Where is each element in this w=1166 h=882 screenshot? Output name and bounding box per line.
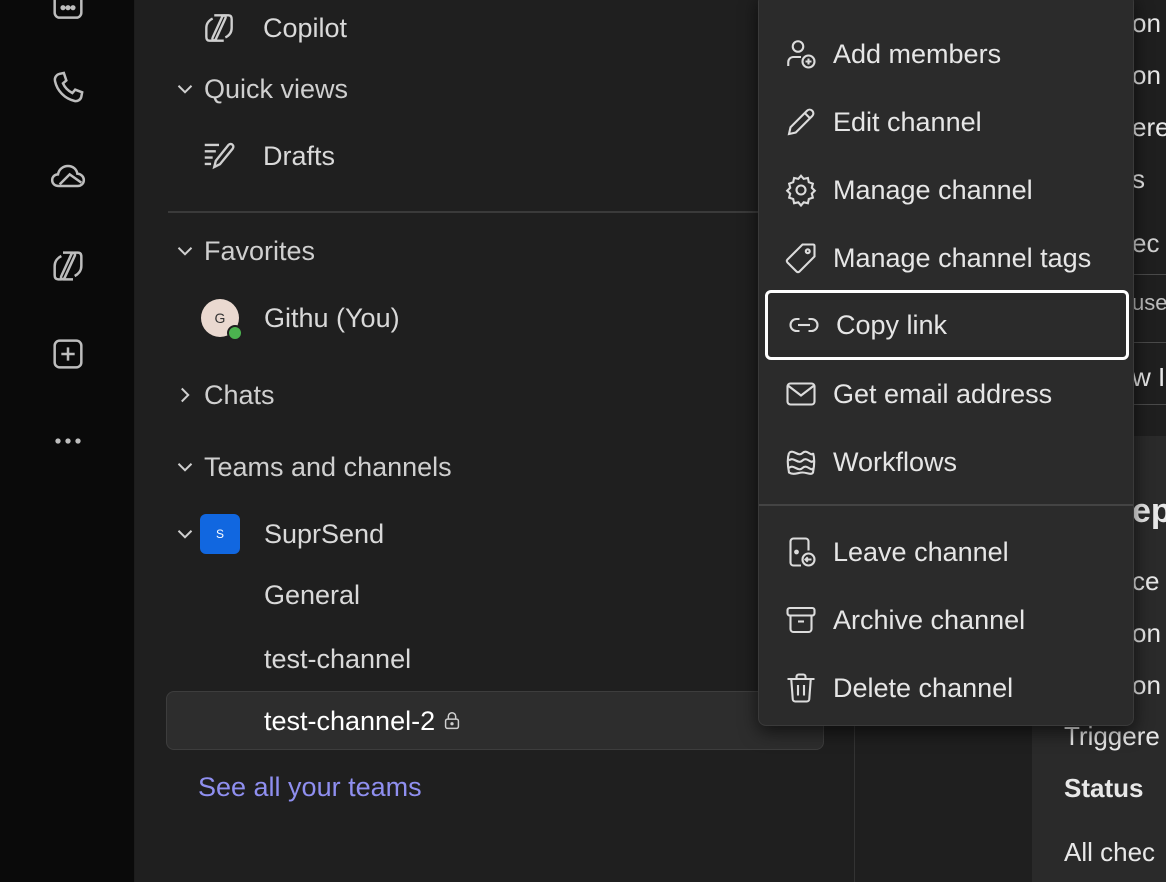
section-label: Teams and channels (204, 451, 452, 482)
chevron-down-icon (177, 463, 193, 472)
section-label: Favorites (204, 235, 316, 266)
menu-item-label: Add members (833, 38, 1002, 69)
onedrive-icon[interactable] (44, 152, 92, 200)
sidebar-item-label: Drafts (263, 140, 336, 171)
bg-text: on (1132, 618, 1161, 648)
add-person-icon (781, 34, 821, 74)
copilot-icon[interactable] (44, 242, 92, 290)
team-suprsend[interactable]: S SuprSend (172, 514, 384, 554)
menu-item-leave-channel[interactable]: Leave channel (765, 520, 1129, 584)
section-chats[interactable]: Chats (172, 376, 275, 414)
team-badge: S (200, 514, 240, 554)
link-icon (784, 305, 824, 345)
menu-item-label: Manage channel (833, 174, 1033, 205)
menu-item-archive-channel[interactable]: Archive channel (765, 588, 1129, 652)
archive-icon (781, 600, 821, 640)
section-label: Quick views (204, 73, 349, 104)
section-label: Chats (204, 379, 275, 410)
channel-item[interactable]: General (264, 576, 360, 614)
bg-divider (1132, 342, 1166, 343)
see-all-teams-link[interactable]: See all your teams (198, 768, 422, 806)
avatar-wrapper: G (200, 298, 243, 341)
bg-text: ec (1132, 228, 1160, 258)
bg-text: on (1132, 8, 1161, 38)
bg-text: on (1132, 60, 1161, 90)
leave-icon (781, 532, 821, 572)
copilot-icon (199, 8, 239, 48)
chevron-down-icon (177, 85, 193, 94)
bg-text: ce (1132, 566, 1160, 596)
channel-label: test-channel-2 (264, 705, 436, 736)
channel-context-menu: Add members Edit channel Manage channel … (758, 0, 1134, 726)
phone-icon[interactable] (44, 64, 92, 112)
chevron-down-icon (177, 247, 193, 256)
menu-item-label: Edit channel (833, 106, 982, 137)
chevron-right-icon (181, 387, 190, 403)
menu-item-delete-channel[interactable]: Delete channel (765, 656, 1129, 720)
menu-item-copy-link[interactable]: Copy link (765, 290, 1129, 360)
section-favorites[interactable]: Favorites (172, 232, 315, 270)
section-quick-views[interactable]: Quick views (172, 70, 348, 108)
section-teams-and-channels[interactable]: Teams and channels (172, 448, 452, 486)
sidebar-item-copilot[interactable]: Copilot (199, 8, 347, 48)
menu-item-manage-channel-tags[interactable]: Manage channel tags (765, 226, 1129, 290)
menu-item-add-members[interactable]: Add members (765, 22, 1129, 86)
more-icon[interactable] (44, 417, 92, 465)
menu-item-manage-channel[interactable]: Manage channel (765, 158, 1129, 222)
menu-item-label: Archive channel (833, 604, 1026, 635)
channel-label: General (264, 579, 361, 610)
mail-icon (781, 374, 821, 414)
menu-item-label: Workflows (833, 446, 958, 477)
gear-icon (781, 170, 821, 210)
bg-text-all-checks: All chec (1064, 837, 1156, 867)
channel-item[interactable]: test-channel (264, 640, 411, 678)
calendar-icon[interactable] (44, 0, 92, 30)
team-avatar: S (200, 514, 240, 554)
sidebar-item-drafts[interactable]: Drafts (199, 136, 335, 176)
bg-heading: ep (1132, 492, 1166, 530)
bg-text: w I (1132, 362, 1166, 392)
channel-item-selected[interactable]: test-channel-2 (264, 702, 463, 740)
link-label: See all your teams (198, 771, 422, 802)
menu-item-label: Get email address (833, 378, 1053, 409)
menu-item-label: Delete channel (833, 672, 1014, 703)
bg-divider (1132, 404, 1166, 405)
menu-item-label: Leave channel (833, 536, 1009, 567)
tag-icon (781, 238, 821, 278)
app-rail (0, 0, 135, 882)
bg-divider (1132, 274, 1166, 275)
menu-item-edit-channel[interactable]: Edit channel (765, 90, 1129, 154)
menu-separator (759, 504, 1133, 506)
drafts-icon (199, 136, 239, 176)
trash-icon (781, 668, 821, 708)
bg-text: s (1132, 164, 1145, 194)
lock-icon (444, 712, 460, 730)
pencil-icon (781, 102, 821, 142)
menu-item-label: Copy link (836, 309, 948, 340)
menu-item-label: Manage channel tags (833, 242, 1092, 273)
menu-item-workflows[interactable]: Workflows (765, 430, 1129, 494)
channel-label: test-channel (264, 643, 412, 674)
avatar-initial: G (214, 310, 226, 326)
workflows-icon (781, 442, 821, 482)
divider (168, 211, 768, 213)
team-name: SuprSend (264, 518, 385, 549)
chevron-down-icon (177, 530, 193, 539)
add-app-icon[interactable] (44, 330, 92, 378)
bg-text: on (1132, 670, 1161, 700)
presence-available-icon (227, 325, 243, 341)
avatar: G (201, 299, 243, 341)
menu-item-get-email-address[interactable]: Get email address (765, 362, 1129, 426)
sidebar-item-favorite-user[interactable]: G Githu (You) (200, 298, 400, 341)
bg-text: use (1132, 290, 1166, 315)
sidebar-item-label: Copilot (263, 12, 348, 43)
bg-text: ere (1132, 112, 1166, 142)
bg-text-status: Status (1064, 773, 1144, 803)
sidebar-item-label: Githu (You) (264, 302, 400, 333)
